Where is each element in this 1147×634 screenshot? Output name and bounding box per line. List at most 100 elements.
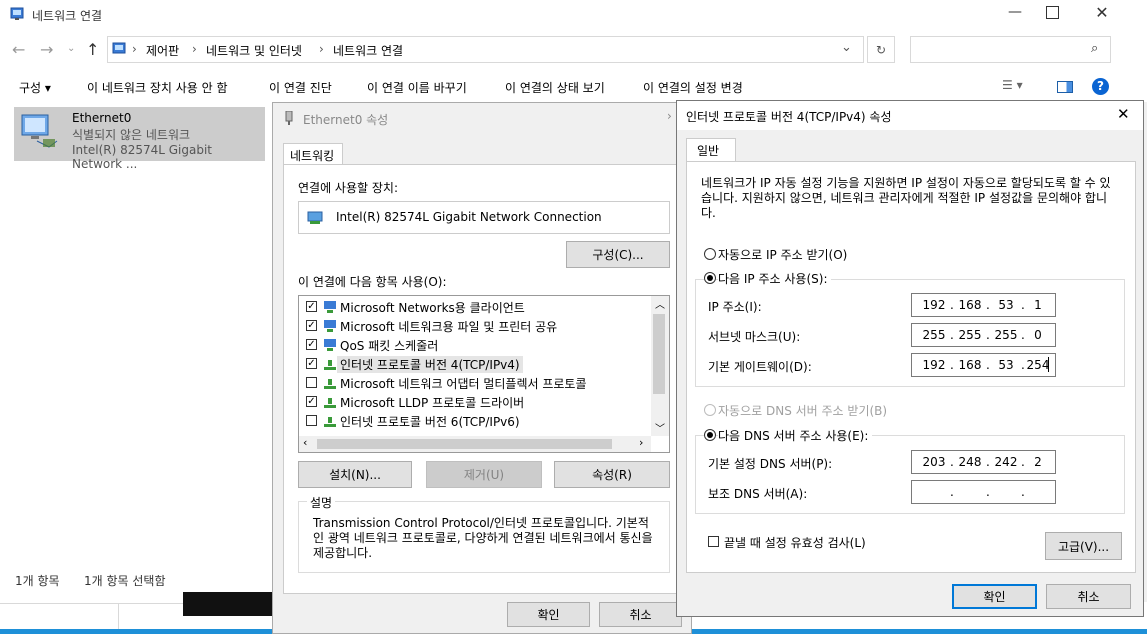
advanced-button[interactable]: 고급(V)...	[1045, 532, 1122, 560]
ip-octet[interactable]	[1022, 481, 1054, 503]
scroll-right-icon[interactable]: ›	[639, 436, 643, 449]
scroll-down-icon[interactable]: ﹀	[655, 420, 665, 435]
manual-ip-radio[interactable]	[704, 272, 716, 284]
view-options-icon[interactable]: ☰ ▾	[1002, 78, 1023, 92]
tab-networking[interactable]: 네트워킹	[283, 143, 343, 165]
help-icon[interactable]: ?	[1092, 78, 1109, 95]
list-item[interactable]: ✓ Microsoft 네트워크용 파일 및 프린터 공유	[299, 317, 649, 335]
ip-octet[interactable]	[918, 481, 950, 503]
item-checkbox[interactable]	[306, 377, 317, 388]
ip-octet[interactable]: 53	[990, 354, 1022, 376]
preferred-dns-field[interactable]: 203 248 242 2...	[911, 450, 1056, 474]
list-item[interactable]: ✓ QoS 패킷 스케줄러	[299, 336, 649, 354]
maximize-button[interactable]	[1046, 6, 1059, 19]
list-item[interactable]: ✓ Microsoft Networks용 클라이언트	[299, 298, 649, 316]
validate-label[interactable]: 끝낼 때 설정 유효성 검사(L)	[724, 534, 866, 551]
auto-dns-radio[interactable]	[704, 404, 716, 416]
list-hscroll[interactable]: ‹ ›	[299, 436, 651, 452]
preferred-dns-label: 기본 설정 DNS 서버(P):	[708, 457, 833, 471]
ip-octet[interactable]: 242	[990, 451, 1022, 473]
manual-dns-label[interactable]: 다음 DNS 서버 주소 사용(E):	[718, 427, 873, 444]
scroll-left-icon[interactable]: ‹	[303, 436, 307, 449]
item-checkbox[interactable]: ✓	[306, 358, 317, 369]
install-button[interactable]: 설치(N)...	[298, 461, 412, 488]
back-arrow-icon[interactable]: ←	[12, 40, 25, 59]
ip-octet[interactable]: 1	[1022, 294, 1054, 316]
list-item[interactable]: ✓ 인터넷 프로토콜 버전 4(TCP/IPv4)	[299, 355, 649, 373]
manual-dns-radio[interactable]	[704, 429, 716, 441]
list-item[interactable]: ✓ Microsoft LLDP 프로토콜 드라이버	[299, 393, 649, 411]
subnet-mask-field[interactable]: 255 255 255 0...	[911, 323, 1056, 347]
refresh-button[interactable]: ↻	[867, 36, 895, 63]
list-item[interactable]: 인터넷 프로토콜 버전 6(TCP/IPv6)	[299, 412, 649, 430]
adapter-item[interactable]: Ethernet0 식별되지 않은 네트워크 Intel(R) 82574L G…	[14, 107, 265, 171]
item-checkbox[interactable]: ✓	[306, 320, 317, 331]
scroll-thumb[interactable]	[317, 439, 612, 449]
subnet-mask-label: 서브넷 마스크(U):	[708, 330, 801, 344]
item-checkbox[interactable]	[306, 415, 317, 426]
ip-dot: .	[1021, 358, 1025, 372]
ip-octet[interactable]: 254	[1022, 354, 1054, 376]
properties-button[interactable]: 속성(R)	[554, 461, 670, 488]
scroll-up-icon[interactable]: ︿	[655, 296, 665, 311]
item-label: Microsoft 네트워크 어댑터 멀티플렉서 프로토콜	[340, 377, 587, 391]
manual-ip-label[interactable]: 다음 IP 주소 사용(S):	[718, 270, 832, 287]
item-checkbox[interactable]: ✓	[306, 396, 317, 407]
ip-octet[interactable]: 0	[1022, 324, 1054, 346]
view-status-button[interactable]: 이 연결의 상태 보기	[505, 79, 605, 96]
ok-button[interactable]: 확인	[507, 602, 590, 627]
breadcrumb-item[interactable]: 네트워크 연결	[333, 42, 403, 59]
auto-dns-label[interactable]: 자동으로 DNS 서버 주소 받기(B)	[718, 402, 887, 419]
breadcrumb-item[interactable]: 네트워크 및 인터넷	[206, 42, 302, 59]
search-input[interactable]: ⌕	[910, 36, 1111, 63]
alternate-dns-field[interactable]: ...	[911, 480, 1056, 504]
close-icon[interactable]: ›	[667, 109, 672, 123]
item-checkbox[interactable]: ✓	[306, 301, 317, 312]
change-settings-button[interactable]: 이 연결의 설정 변경	[643, 79, 743, 96]
ip-octet[interactable]: 248	[954, 451, 986, 473]
ipv4-titlebar: 인터넷 프로토콜 버전 4(TCP/IPv4) 속성 ✕	[677, 101, 1143, 130]
scroll-thumb[interactable]	[653, 314, 665, 394]
ok-button[interactable]: 확인	[952, 584, 1037, 609]
disable-device-button[interactable]: 이 네트워크 장치 사용 안 함	[87, 79, 228, 96]
diagnose-button[interactable]: 이 연결 진단	[269, 79, 332, 96]
ip-address-field[interactable]: 192 168 53 1...	[911, 293, 1056, 317]
ip-octet[interactable]: 255	[918, 324, 950, 346]
ip-octet[interactable]: 2	[1022, 451, 1054, 473]
close-button[interactable]: ✕	[1092, 3, 1112, 23]
remove-button[interactable]: 제거(U)	[426, 461, 542, 488]
ip-octet[interactable]: 192	[918, 354, 950, 376]
tab-general[interactable]: 일반	[686, 138, 736, 162]
item-checkbox[interactable]: ✓	[306, 339, 317, 350]
preview-pane-icon[interactable]	[1057, 81, 1073, 93]
address-bar[interactable]: › 제어판 › 네트워크 및 인터넷 › 네트워크 연결 ⌄	[107, 36, 864, 63]
ip-octet[interactable]	[954, 481, 986, 503]
forward-arrow-icon[interactable]: →	[40, 40, 53, 59]
cancel-button[interactable]: 취소	[599, 602, 682, 627]
organize-menu[interactable]: 구성 ▾	[19, 79, 51, 96]
breadcrumb-item[interactable]: 제어판	[146, 42, 179, 59]
close-icon[interactable]: ✕	[1117, 105, 1130, 123]
ip-octet[interactable]	[990, 481, 1022, 503]
list-item[interactable]: Microsoft 네트워크 어댑터 멀티플렉서 프로토콜	[299, 374, 649, 392]
auto-ip-radio[interactable]	[704, 248, 716, 260]
gateway-field[interactable]: 192 168 53 254...	[911, 353, 1056, 377]
validate-checkbox[interactable]	[708, 536, 719, 547]
up-arrow-icon[interactable]: ↑	[86, 40, 99, 59]
minimize-button[interactable]: —	[1003, 4, 1027, 24]
configure-button[interactable]: 구성(C)...	[566, 241, 670, 268]
ip-octet[interactable]: 168	[954, 294, 986, 316]
ip-octet[interactable]: 255	[954, 324, 986, 346]
ip-octet[interactable]: 192	[918, 294, 950, 316]
auto-ip-label[interactable]: 자동으로 IP 주소 받기(O)	[718, 246, 847, 263]
chevron-down-icon[interactable]: ⌄	[841, 40, 852, 55]
cancel-button[interactable]: 취소	[1046, 584, 1131, 609]
ip-octet[interactable]: 203	[918, 451, 950, 473]
ip-octet[interactable]: 255	[990, 324, 1022, 346]
ip-octet[interactable]: 53	[990, 294, 1022, 316]
history-dropdown-icon[interactable]: ⌄	[67, 43, 75, 54]
rename-button[interactable]: 이 연결 이름 바꾸기	[367, 79, 467, 96]
ip-octet[interactable]: 168	[954, 354, 986, 376]
list-vscroll[interactable]: ︿ ﹀	[651, 296, 669, 436]
items-list[interactable]: ✓ Microsoft Networks용 클라이언트 ✓ Microsoft 네트워…	[298, 295, 670, 453]
